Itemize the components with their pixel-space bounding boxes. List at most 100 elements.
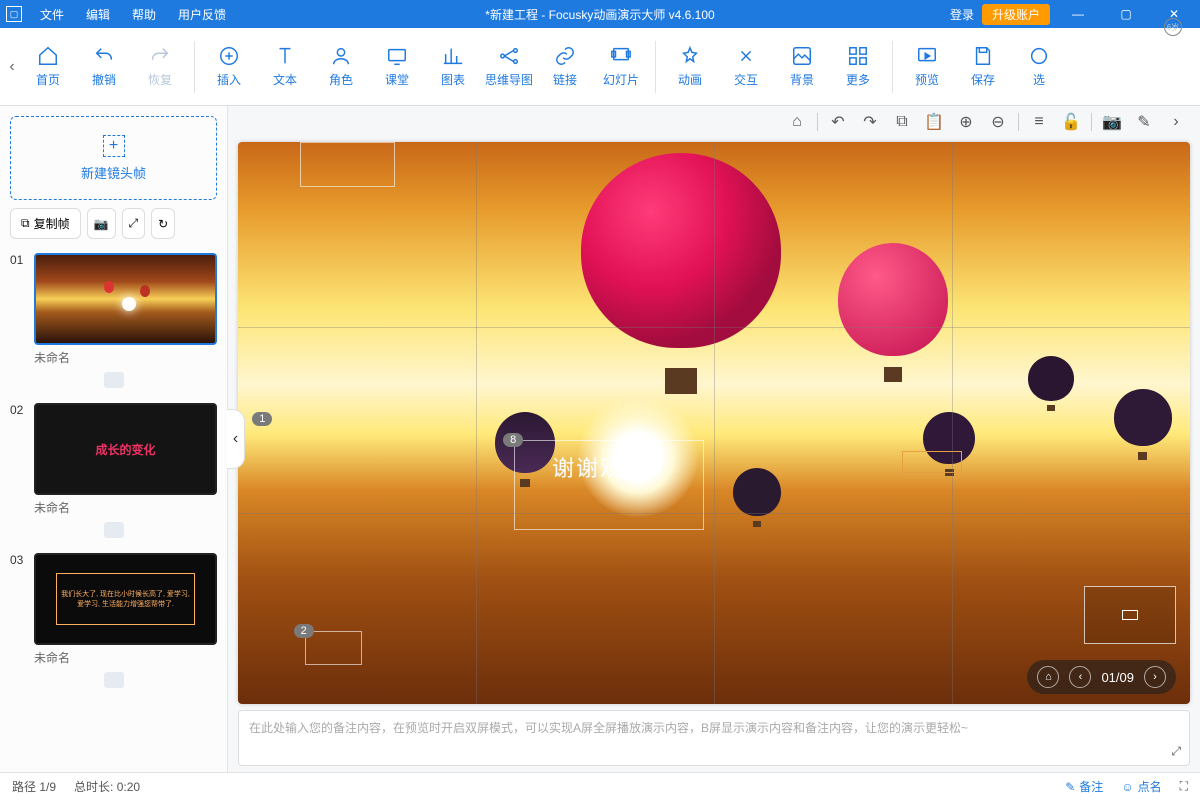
frame-rect[interactable]: [300, 142, 395, 187]
slide-navigator: ⌂ ‹ 01/09 ›: [1027, 660, 1176, 694]
slides-sidebar: + 新建镜头帧 ⧉复制帧 📷 ⤢ ↻ 01 未命名 02 成长的变化6岁: [0, 106, 228, 772]
status-duration: 总时长: 0:20: [74, 778, 140, 795]
balloon-small[interactable]: [1114, 389, 1172, 465]
redo-button[interactable]: 恢复: [132, 28, 188, 105]
window-title: *新建工程 - Focusky动画演示大师 v4.6.100: [485, 6, 714, 23]
annotation-box[interactable]: [902, 451, 962, 473]
balloon-small[interactable]: [733, 468, 781, 532]
app-logo-icon: ▢: [6, 6, 22, 22]
canvas-area: ‹ ⌂ ↶ ↷ ⧉ 📋 ⊕ ⊖ ≡ 🔓 📷 ✎ ›: [228, 106, 1200, 772]
nav-next-icon[interactable]: ›: [1144, 666, 1166, 688]
slide-button[interactable]: 幻灯片: [593, 28, 649, 105]
resize-icon: ⤢: [129, 216, 139, 231]
slide-number: 01: [10, 253, 28, 267]
slide-thumbnail[interactable]: 我们长大了, 现在比小时候长高了, 爱学习, 爱学习, 生活能力增强您帮带了.: [34, 553, 217, 645]
nav-home-icon[interactable]: ⌂: [1037, 666, 1059, 688]
ribbon-scroll-left[interactable]: ‹: [4, 58, 20, 76]
lock-icon[interactable]: 🔓: [1059, 110, 1083, 134]
slide-label: 未命名: [10, 649, 217, 666]
menu-help[interactable]: 帮助: [122, 2, 166, 27]
plus-icon: +: [103, 135, 125, 157]
align-icon[interactable]: ≡: [1027, 110, 1051, 134]
new-frame-button[interactable]: + 新建镜头帧: [10, 116, 217, 200]
canvas[interactable]: 8 2 1 谢谢观看 ⌂ ‹ 01/09 ›: [238, 142, 1190, 704]
paste-icon[interactable]: 📋: [922, 110, 946, 134]
slide-label: 未命名: [10, 349, 217, 366]
snapshot-icon[interactable]: 📷: [1100, 110, 1124, 134]
slide-timer[interactable]: [10, 520, 217, 545]
copy-icon: ⧉: [21, 216, 30, 231]
upgrade-button[interactable]: 升级账户: [982, 4, 1050, 25]
frame-badge: 8: [503, 433, 523, 447]
home-icon[interactable]: ⌂: [785, 110, 809, 134]
slide-item-2[interactable]: 02 成长的变化6岁 未命名: [10, 403, 217, 545]
rotate-left-icon[interactable]: ↶: [826, 110, 850, 134]
slide-number: 03: [10, 553, 28, 567]
balloon-large[interactable]: [581, 153, 781, 413]
rollcall-button[interactable]: ☺点名: [1121, 778, 1161, 795]
frame-badge: 1: [252, 412, 272, 426]
notes-placeholder: 在此处输入您的备注内容，在预览时开启双屏模式，可以实现A屏全屏播放演示内容，B屏…: [249, 721, 968, 735]
slide-number: 02: [10, 403, 28, 417]
slide-timer[interactable]: [10, 370, 217, 395]
titlebar: ▢ 文件 编辑 帮助 用户反馈 *新建工程 - Focusky动画演示大师 v4…: [0, 0, 1200, 28]
role-button[interactable]: 角色: [313, 28, 369, 105]
balloon-medium[interactable]: [838, 243, 948, 393]
sidebar-tools: ⧉复制帧 📷 ⤢ ↻: [10, 208, 217, 239]
zoom-out-icon[interactable]: ⊖: [986, 110, 1010, 134]
resize-button[interactable]: ⤢: [122, 208, 146, 239]
save-button[interactable]: 保存: [955, 28, 1011, 105]
slide-thumbnail[interactable]: 成长的变化6岁: [34, 403, 217, 495]
text-button[interactable]: 文本: [257, 28, 313, 105]
main-area: + 新建镜头帧 ⧉复制帧 📷 ⤢ ↻ 01 未命名 02 成长的变化6岁: [0, 106, 1200, 772]
nav-prev-icon[interactable]: ‹: [1069, 666, 1091, 688]
menu-file[interactable]: 文件: [30, 2, 74, 27]
fullscreen-button[interactable]: ⛶: [1180, 778, 1188, 795]
login-link[interactable]: 登录: [950, 6, 974, 23]
link-button[interactable]: 链接: [537, 28, 593, 105]
preview-button[interactable]: 预览: [899, 28, 955, 105]
slides-list: 01 未命名 02 成长的变化6岁 未命名 03 我们长大了, 现在比小时候长高…: [10, 253, 217, 772]
menu-feedback[interactable]: 用户反馈: [168, 2, 236, 27]
minimize-button[interactable]: —: [1058, 3, 1098, 25]
notes-panel[interactable]: 在此处输入您的备注内容，在预览时开启双屏模式，可以实现A屏全屏播放演示内容，B屏…: [238, 710, 1190, 766]
sidebar-collapse-handle[interactable]: ‹: [227, 409, 245, 469]
remark-button[interactable]: ✎备注: [1065, 778, 1103, 795]
animation-button[interactable]: 动画: [662, 28, 718, 105]
camera-icon: 📷: [94, 217, 109, 231]
chevron-right-icon[interactable]: ›: [1164, 110, 1188, 134]
slide-item-3[interactable]: 03 我们长大了, 现在比小时候长高了, 爱学习, 爱学习, 生活能力增强您帮带…: [10, 553, 217, 695]
slide-thumbnail[interactable]: [34, 253, 217, 345]
slide-item-1[interactable]: 01 未命名: [10, 253, 217, 395]
fullscreen-icon: ⛶: [1180, 779, 1188, 794]
slide-timer[interactable]: [10, 670, 217, 695]
ribbon-toolbar: ‹ 首页 撤销 恢复 插入 文本 角色 课堂 图表 思维导图 链接 幻灯片 动画…: [0, 28, 1200, 106]
zoom-in-icon[interactable]: ⊕: [954, 110, 978, 134]
balloon-small[interactable]: [1028, 356, 1074, 416]
class-button[interactable]: 课堂: [369, 28, 425, 105]
more-button[interactable]: 更多: [830, 28, 886, 105]
mindmap-button[interactable]: 思维导图: [481, 28, 537, 105]
copy-icon[interactable]: ⧉: [890, 110, 914, 134]
refresh-icon: ↻: [158, 217, 168, 231]
note-icon: ✎: [1065, 780, 1075, 794]
slide-label: 未命名: [10, 499, 217, 516]
edit-icon[interactable]: ✎: [1132, 110, 1156, 134]
refresh-button[interactable]: ↻: [151, 208, 175, 239]
maximize-button[interactable]: ▢: [1106, 3, 1146, 25]
background-button[interactable]: 背景: [774, 28, 830, 105]
chart-button[interactable]: 图表: [425, 28, 481, 105]
camera-button[interactable]: 📷: [87, 208, 116, 239]
home-button[interactable]: 首页: [20, 28, 76, 105]
thanks-text[interactable]: 谢谢观看: [552, 451, 648, 483]
frame-rect[interactable]: 2: [305, 631, 362, 665]
interact-button[interactable]: 交互: [718, 28, 774, 105]
menu-edit[interactable]: 编辑: [76, 2, 120, 27]
minimap-thumb[interactable]: [1084, 586, 1176, 644]
rotate-right-icon[interactable]: ↷: [858, 110, 882, 134]
copy-frame-button[interactable]: ⧉复制帧: [10, 208, 81, 239]
select-button[interactable]: 选: [1011, 28, 1067, 105]
insert-button[interactable]: 插入: [201, 28, 257, 105]
expand-icon[interactable]: ⤢: [1171, 744, 1181, 759]
undo-button[interactable]: 撤销: [76, 28, 132, 105]
